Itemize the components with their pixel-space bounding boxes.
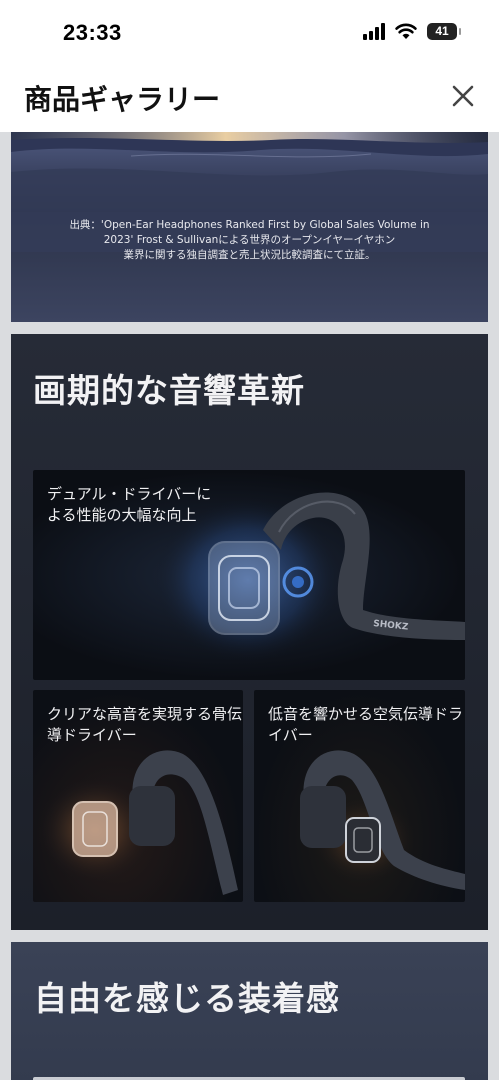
status-icons: 41 [363, 22, 461, 40]
source-note: 出典：'Open-Ear Headphones Ranked First by … [41, 218, 458, 263]
air-conduction-card: 低音を響かせる空気伝導ドライバー [254, 690, 465, 902]
gallery-header: 商品ギャラリー [0, 66, 499, 132]
battery-icon: 41 [427, 22, 461, 40]
bone-conduction-label: クリアな高音を実現する骨伝導ドライバー [47, 705, 243, 744]
close-button[interactable] [447, 80, 479, 112]
gallery-content[interactable]: 出典：'Open-Ear Headphones Ranked First by … [0, 132, 499, 1080]
status-time: 23:33 [63, 20, 122, 45]
source-note-line-2: 2023' Frost & Sullivanによる世界のオープンイヤーイヤホン [103, 234, 396, 246]
source-note-line-1: 出典：'Open-Ear Headphones Ranked First by … [69, 219, 430, 231]
gallery-image-audio: 画期的な音響革新 デュアル・ドライバーによる性能の大幅な向上 SHOKZ クリア… [11, 334, 488, 930]
section-title-audio: 画期的な音響革新 [33, 371, 305, 410]
dual-driver-label: デュアル・ドライバーによる性能の大幅な向上 [47, 485, 212, 524]
source-note-line-3: 業界に関する独自調査と売上状況比較調査にて立証。 [123, 249, 376, 261]
section-title-fit: 自由を感じる装着感 [34, 979, 340, 1018]
bone-conduction-card: クリアな高音を実現する骨伝導ドライバー [33, 690, 243, 902]
gallery-image-fit: 自由を感じる装着感 [11, 942, 488, 1080]
cellular-signal-icon [363, 22, 385, 40]
gallery-image-award: 出典：'Open-Ear Headphones Ranked First by … [11, 132, 488, 322]
status-bar: 23:33 41 [0, 0, 499, 66]
page-title: 商品ギャラリー [24, 83, 221, 116]
air-conduction-label: 低音を響かせる空気伝導ドライバー [268, 705, 464, 744]
close-icon [452, 85, 474, 107]
wifi-icon [395, 23, 417, 39]
dual-driver-card: デュアル・ドライバーによる性能の大幅な向上 SHOKZ [33, 470, 465, 680]
